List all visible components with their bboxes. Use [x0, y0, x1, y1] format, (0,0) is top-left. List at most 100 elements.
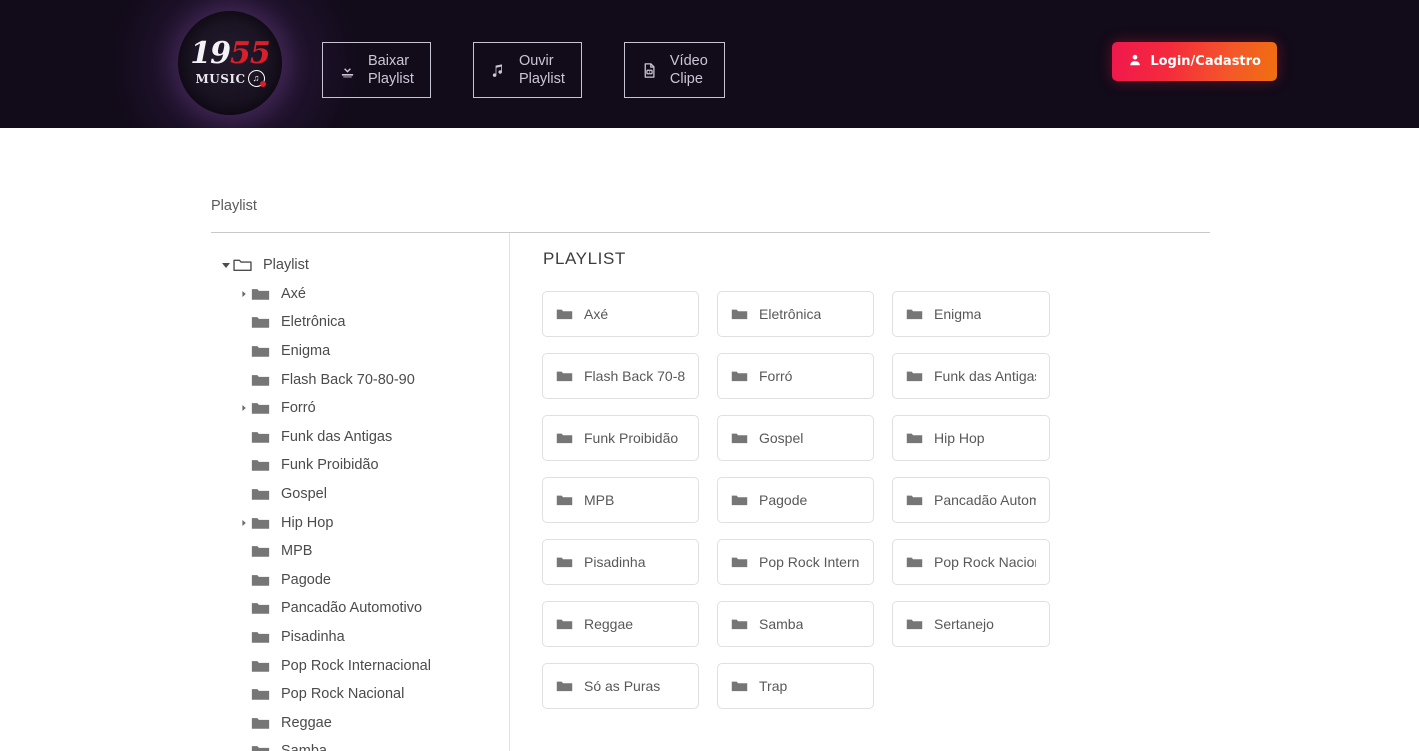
playlist-card[interactable]: Trap — [717, 663, 874, 709]
tree-item[interactable]: Gospel — [211, 480, 509, 509]
playlist-card[interactable]: Funk das Antigas — [892, 353, 1050, 399]
chevron-right-icon[interactable] — [237, 290, 251, 298]
tree-item[interactable]: Funk das Antigas — [211, 423, 509, 452]
playlist-card-label: Samba — [759, 616, 804, 632]
playlist-card[interactable]: Só as Puras — [542, 663, 699, 709]
playlist-card[interactable]: Gospel — [717, 415, 874, 461]
playlist-card[interactable]: MPB — [542, 477, 699, 523]
tree-item[interactable]: Flash Back 70-80-90 — [211, 365, 509, 394]
folder-icon — [556, 555, 573, 569]
folder-icon — [251, 572, 273, 588]
site-logo[interactable]: 1955 MUSIC ♫ — [178, 11, 282, 115]
playlist-card-label: Forró — [759, 368, 793, 384]
playlist-card-label: Pisadinha — [584, 554, 646, 570]
tree-item-label: Pisadinha — [281, 629, 345, 646]
tree-item-label: Forró — [281, 400, 316, 417]
folder-icon — [906, 493, 923, 507]
playlist-card[interactable]: Sertanejo — [892, 601, 1050, 647]
tree-item[interactable]: Pop Rock Nacional — [211, 680, 509, 709]
playlist-card[interactable]: Samba — [717, 601, 874, 647]
folder-icon — [556, 307, 573, 321]
logo-number: 1955 — [190, 39, 270, 69]
video-clipe-label: Vídeo Clipe — [670, 52, 708, 88]
video-clipe-line2: Clipe — [669, 71, 703, 87]
tree-item-label: Enigma — [281, 343, 331, 360]
folder-icon — [906, 307, 923, 321]
playlist-card-label: Eletrônica — [759, 306, 822, 322]
folder-icon — [251, 686, 273, 702]
folder-icon — [731, 307, 748, 321]
playlist-card[interactable]: Pisadinha — [542, 539, 699, 585]
baixar-playlist-line1: Baixar — [368, 52, 410, 69]
tree-root-playlist[interactable]: Playlist — [211, 251, 509, 280]
tree-item[interactable]: Pagode — [211, 566, 509, 595]
folder-icon — [251, 715, 273, 731]
playlist-card-label: Reggae — [584, 616, 634, 632]
logo-note-glyph: ♫ — [252, 73, 260, 83]
tree-item[interactable]: Eletrônica — [211, 308, 509, 337]
tree-item[interactable]: Pancadão Automotivo — [211, 594, 509, 623]
music-note-icon: ♫ — [247, 70, 266, 87]
ouvir-playlist-label: Ouvir Playlist — [519, 52, 565, 88]
playlist-card[interactable]: Eletrônica — [717, 291, 874, 337]
tree-item[interactable]: Pisadinha — [211, 623, 509, 652]
tree-item[interactable]: Forró — [211, 394, 509, 423]
tree-item[interactable]: Reggae — [211, 709, 509, 738]
folder-icon — [556, 679, 573, 693]
baixar-playlist-line2: Playlist — [368, 71, 414, 87]
login-cadastro-button[interactable]: Login/Cadastro — [1112, 42, 1277, 81]
folder-icon — [251, 429, 273, 445]
playlist-card-label: Sertanejo — [934, 616, 994, 632]
tree-item-label: Samba — [281, 743, 327, 751]
ouvir-playlist-button[interactable]: Ouvir Playlist — [472, 42, 582, 98]
playlist-card[interactable]: Hip Hop — [892, 415, 1050, 461]
playlist-card[interactable]: Forró — [717, 353, 874, 399]
user-icon — [1128, 53, 1142, 71]
folder-icon — [906, 555, 923, 569]
playlist-card[interactable]: Pagode — [717, 477, 874, 523]
playlist-card[interactable]: Funk Proibidão — [542, 415, 699, 461]
playlist-card[interactable]: Enigma — [892, 291, 1050, 337]
tree-item[interactable]: Funk Proibidão — [211, 451, 509, 480]
folder-icon — [556, 493, 573, 507]
tree-item[interactable]: Pop Rock Internacional — [211, 651, 509, 680]
folder-icon — [251, 600, 273, 616]
folder-icon — [556, 617, 573, 631]
chevron-right-icon[interactable] — [237, 404, 251, 412]
logo-subtitle: MUSIC ♫ — [195, 70, 266, 87]
page-title: PLAYLIST — [543, 249, 626, 268]
tree-item-label: Funk Proibidão — [281, 457, 379, 474]
tree-item-label: Hip Hop — [281, 514, 334, 531]
tree-item[interactable]: Hip Hop — [211, 508, 509, 537]
playlist-card[interactable]: Pancadão Autom... — [892, 477, 1050, 523]
baixar-playlist-button[interactable]: Baixar Playlist — [322, 42, 431, 98]
playlist-card[interactable]: Axé — [542, 291, 699, 337]
playlist-card[interactable]: Pop Rock Intern... — [717, 539, 874, 585]
tree-item[interactable]: MPB — [211, 537, 509, 566]
video-clipe-button[interactable]: Vídeo Clipe — [623, 42, 725, 98]
playlist-card[interactable]: Flash Back 70-8... — [542, 353, 699, 399]
tree-item-label: Pancadão Automotivo — [281, 600, 423, 617]
tree-item-label: Pagode — [281, 571, 331, 588]
tree-item[interactable]: Enigma — [211, 337, 509, 366]
playlist-card[interactable]: Pop Rock Nacional — [892, 539, 1050, 585]
logo-number-red: 55 — [230, 36, 271, 71]
tree-item[interactable]: Samba — [211, 737, 509, 751]
ouvir-playlist-line2: Playlist — [518, 71, 565, 87]
tree-item-label: Funk das Antigas — [281, 428, 393, 445]
download-icon — [339, 62, 356, 79]
tree-item[interactable]: Axé — [211, 280, 509, 309]
tree-item-label: Axé — [281, 285, 306, 302]
breadcrumb: Playlist — [211, 198, 257, 214]
playlist-card[interactable]: Reggae — [542, 601, 699, 647]
folder-icon — [251, 372, 273, 388]
music-note-icon — [490, 62, 507, 79]
folder-icon — [251, 457, 273, 473]
folder-icon — [251, 543, 273, 559]
page-body: Playlist Playlist Axé Eletrônica Enigma Fla… — [0, 128, 1419, 751]
folder-icon — [731, 617, 748, 631]
chevron-down-icon[interactable] — [219, 260, 233, 270]
folder-icon — [731, 679, 748, 693]
chevron-right-icon[interactable] — [237, 519, 251, 527]
playlist-card-label: Gospel — [759, 430, 804, 446]
